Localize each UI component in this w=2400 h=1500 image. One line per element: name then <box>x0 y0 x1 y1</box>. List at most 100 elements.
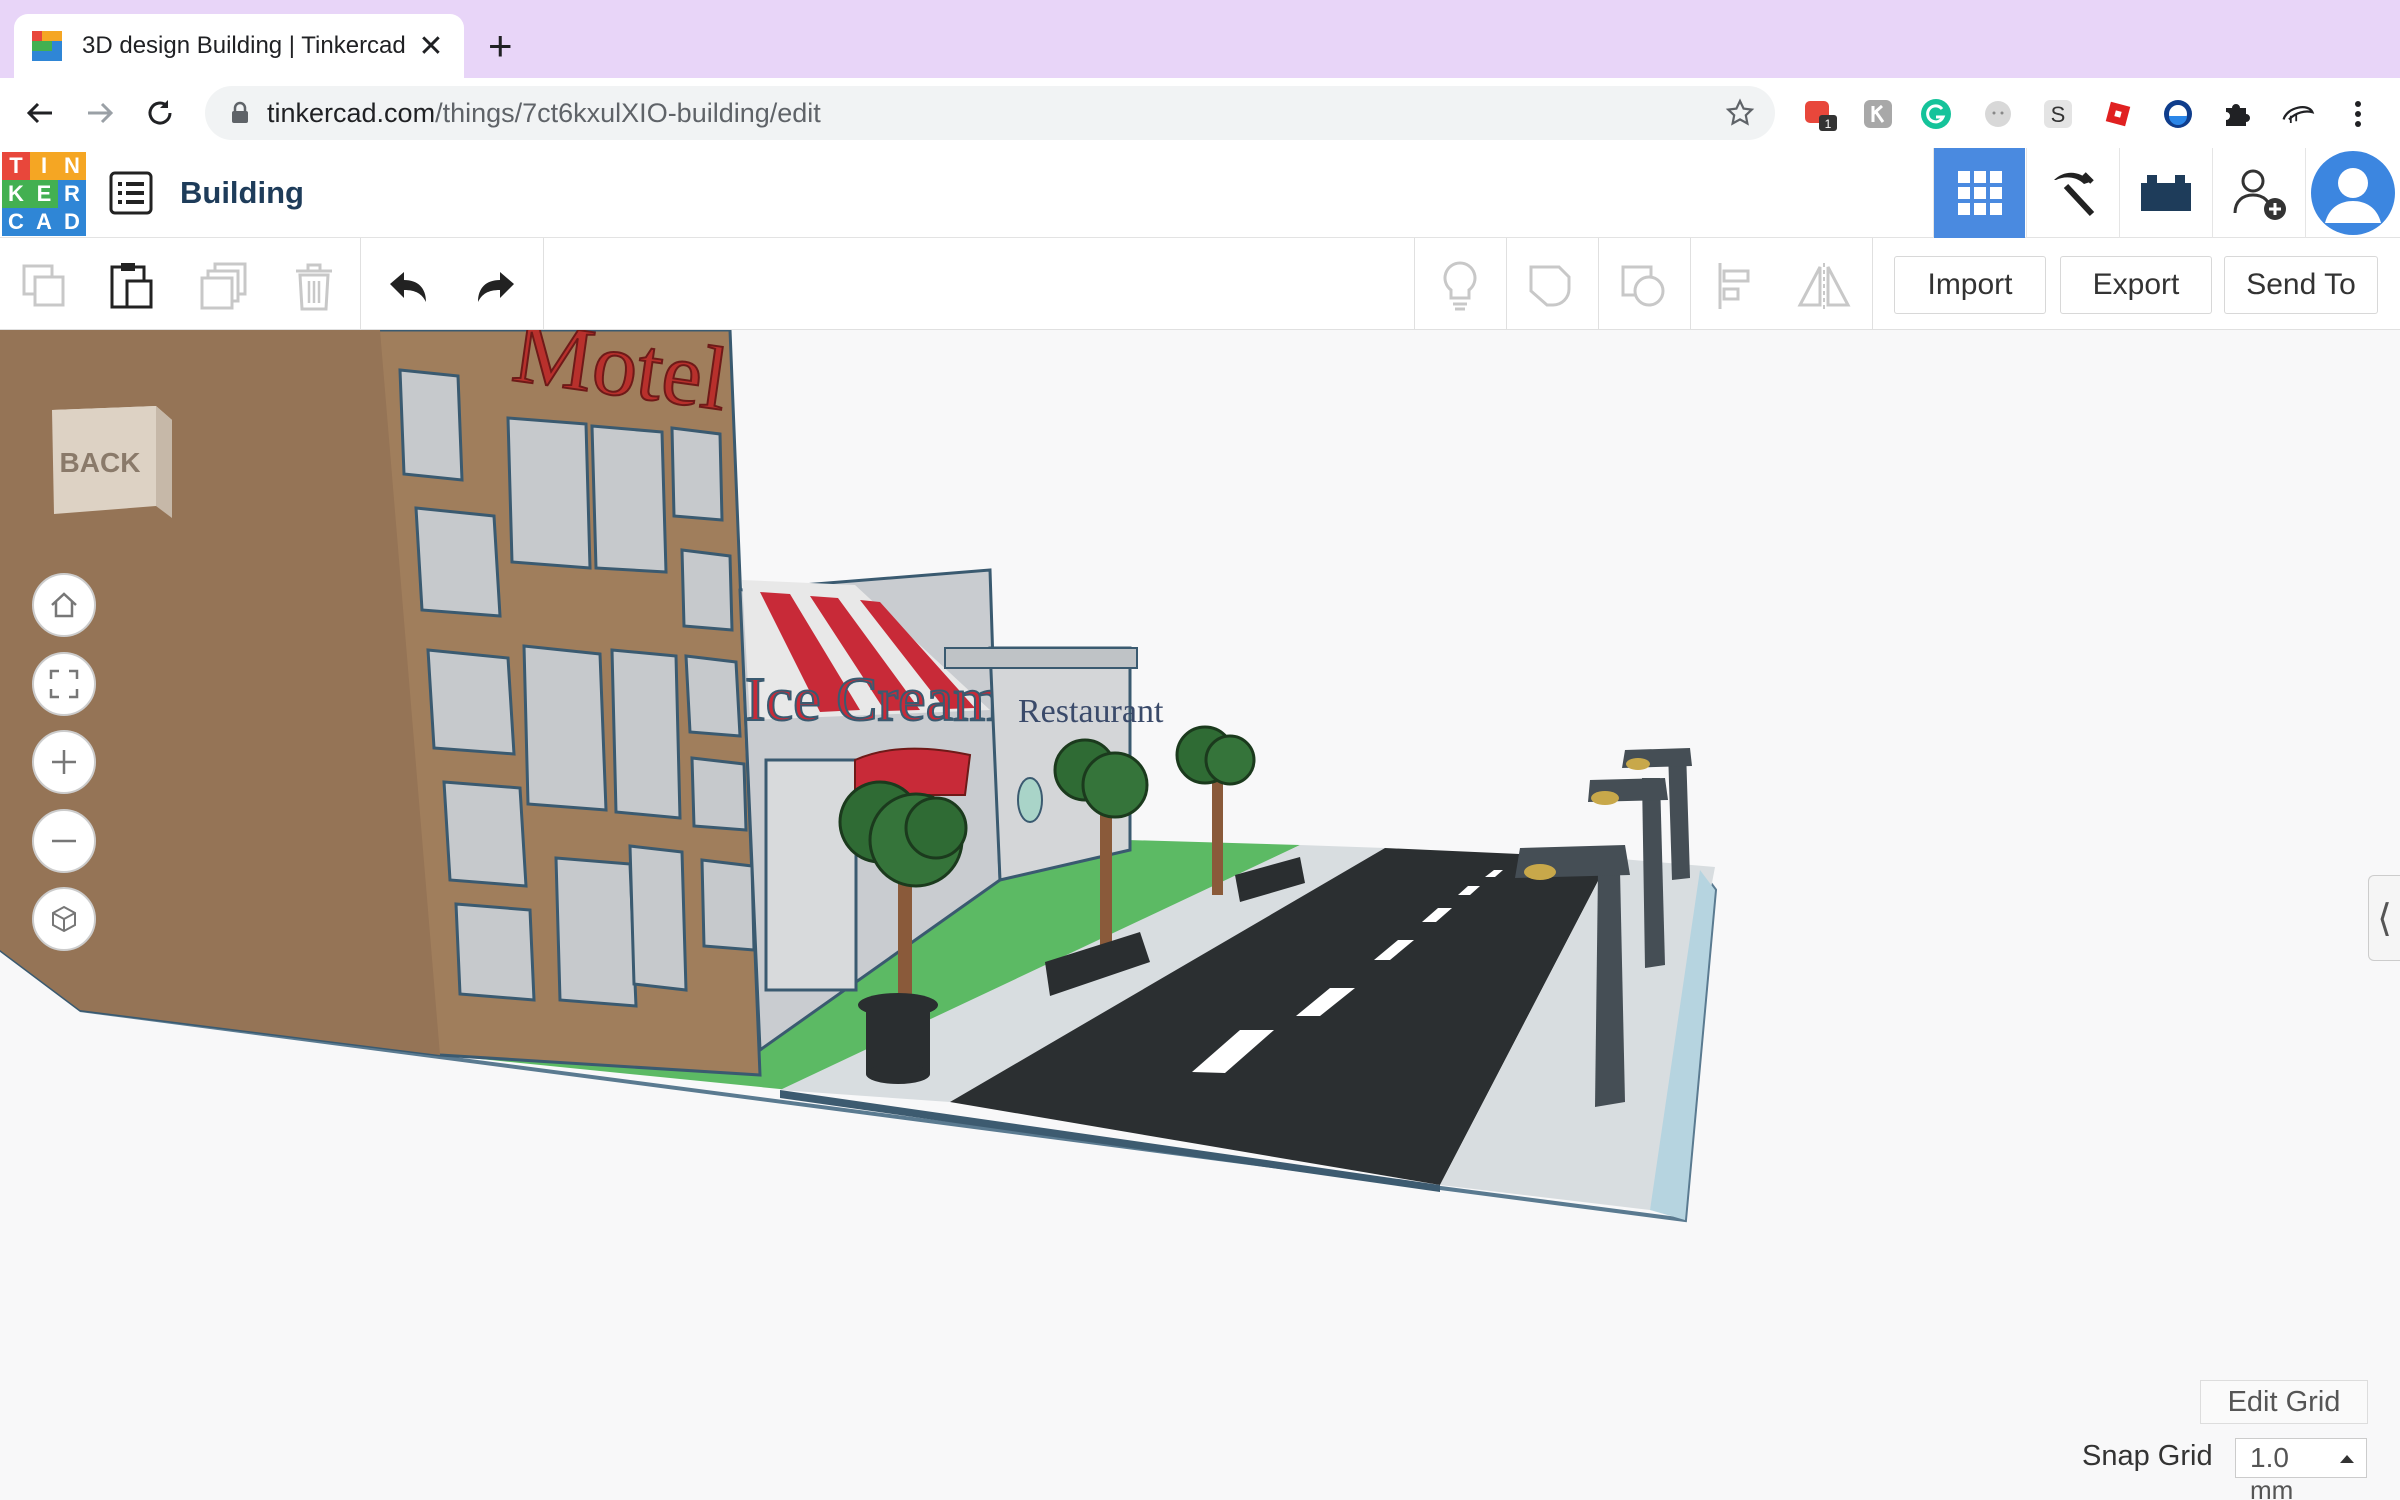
redo-button[interactable] <box>468 258 524 314</box>
browser-toolbar: tinkercad.com/things/7ct6kxulXIO-buildin… <box>0 78 2400 148</box>
toolbar-divider <box>1872 238 1873 330</box>
extension-circle-icon[interactable] <box>2160 96 2196 132</box>
toolbar-divider <box>1414 238 1415 330</box>
restaurant-sign: Restaurant <box>1018 693 1164 730</box>
forward-button[interactable] <box>80 93 120 133</box>
bricks-button[interactable] <box>2119 148 2211 238</box>
paste-icon <box>110 263 153 309</box>
undo-button[interactable] <box>380 258 436 314</box>
ice-cream-sign: Ice Cream <box>745 666 1001 734</box>
dropdown-arrow-icon <box>2340 1455 2354 1463</box>
lego-brick-icon <box>2140 175 2191 211</box>
zoom-in-button[interactable] <box>32 730 96 794</box>
import-button[interactable]: Import <box>1894 256 2046 314</box>
logo-letter: C <box>2 208 30 236</box>
home-view-button[interactable] <box>32 573 96 637</box>
logo-letter: A <box>30 208 58 236</box>
align-button[interactable] <box>1708 258 1764 314</box>
invite-user-button[interactable] <box>2212 148 2304 238</box>
collapse-panel-tab[interactable]: ⟨ <box>2368 875 2400 961</box>
copy-icon <box>22 264 65 307</box>
browser-tab-active[interactable]: 3D design Building | Tinkercad ✕ <box>14 14 464 78</box>
extension-s-icon[interactable]: S <box>2040 96 2076 132</box>
svg-text:S: S <box>2051 102 2066 127</box>
align-icon <box>1718 263 1750 309</box>
arrow-right-icon <box>88 102 114 124</box>
cube-icon <box>52 905 76 933</box>
add-user-icon <box>2233 169 2286 220</box>
pickaxe-icon <box>2053 172 2094 217</box>
extensions-puzzle-icon[interactable] <box>2218 96 2254 132</box>
paste-button[interactable] <box>104 258 160 314</box>
toolbar-divider <box>360 238 361 330</box>
notes-button[interactable] <box>1432 258 1488 314</box>
new-tab-button[interactable]: + <box>488 20 513 72</box>
blocks-button[interactable] <box>2026 148 2118 238</box>
logo-letter: N <box>58 152 86 180</box>
close-tab-icon[interactable]: ✕ <box>416 29 446 64</box>
home-icon <box>51 592 77 618</box>
toolbar-divider <box>1690 238 1691 330</box>
back-button[interactable] <box>20 93 60 133</box>
tinkercad-logo[interactable]: T I N K E R C A D <box>2 152 86 236</box>
browser-tab-strip: 3D design Building | Tinkercad ✕ + <box>0 0 2400 78</box>
duplicate-button[interactable] <box>196 258 252 314</box>
export-button[interactable]: Export <box>2060 256 2212 314</box>
fit-all-icon <box>49 669 79 699</box>
user-avatar[interactable] <box>2305 148 2400 238</box>
snap-grid-select[interactable]: 1.0 <box>2235 1438 2367 1478</box>
toolbar-divider <box>1598 238 1599 330</box>
send-to-button[interactable]: Send To <box>2224 256 2378 314</box>
browser-menu-icon[interactable] <box>2340 96 2376 132</box>
tinkercad-favicon-icon <box>32 31 62 61</box>
logo-letter: K <box>2 180 30 208</box>
view-cube-face-label: BACK <box>60 447 141 478</box>
fit-view-button[interactable] <box>32 652 96 716</box>
3d-view-button[interactable] <box>1933 148 2025 238</box>
extension-red-icon[interactable]: 1 <box>1802 96 1838 132</box>
group-icon <box>1529 265 1571 307</box>
address-bar[interactable]: tinkercad.com/things/7ct6kxulXIO-buildin… <box>205 86 1775 140</box>
reload-button[interactable] <box>140 93 180 133</box>
view-cube[interactable]: BACK <box>48 396 178 526</box>
logo-letter: D <box>58 208 86 236</box>
tab-title: 3D design Building | Tinkercad <box>82 32 406 59</box>
edit-grid-button[interactable]: Edit Grid <box>2200 1380 2368 1424</box>
workplane-canvas[interactable]: Motel Ice Cream Restaurant BACK ⟨ Edit G… <box>0 330 2400 1500</box>
group-button[interactable] <box>1524 258 1580 314</box>
snap-grid-unit: mm <box>2250 1475 2294 1500</box>
url-text: tinkercad.com/things/7ct6kxulXIO-buildin… <box>267 97 821 128</box>
profile-hat-icon[interactable] <box>2280 96 2316 132</box>
toolbar-divider <box>543 238 544 330</box>
chevron-left-icon: ⟨ <box>2377 897 2392 940</box>
reload-icon <box>148 100 172 125</box>
snap-grid-label: Snap Grid <box>2082 1440 2213 1472</box>
logo-letter: E <box>30 180 58 208</box>
projection-button[interactable] <box>32 887 96 951</box>
snap-grid-value: 1.0 <box>2250 1442 2289 1473</box>
grammarly-icon[interactable] <box>1918 96 1954 132</box>
lock-icon <box>232 101 248 123</box>
extension-face-icon[interactable] <box>1980 96 2016 132</box>
toolbar-divider <box>1506 238 1507 330</box>
plus-icon <box>52 750 76 774</box>
trash-can <box>858 993 938 1084</box>
project-title[interactable]: Building <box>180 175 304 211</box>
copy-button[interactable] <box>16 258 72 314</box>
arrow-left-icon <box>26 102 52 124</box>
delete-button[interactable] <box>286 258 342 314</box>
roblox-icon[interactable] <box>2100 96 2136 132</box>
extension-gray-icon[interactable] <box>1860 96 1896 132</box>
avatar-icon <box>2311 151 2395 235</box>
bookmark-star-icon[interactable] <box>1725 98 1755 128</box>
design-list-icon[interactable] <box>108 170 154 216</box>
zoom-out-button[interactable] <box>32 809 96 873</box>
logo-letter: R <box>58 180 86 208</box>
logo-letter: T <box>2 152 30 180</box>
undo-icon <box>390 272 426 302</box>
3d-scene[interactable]: Motel Ice Cream Restaurant <box>0 330 2400 1500</box>
grid-view-icon <box>1957 171 2002 215</box>
ungroup-button[interactable] <box>1616 258 1672 314</box>
svg-text:1: 1 <box>1825 117 1832 131</box>
mirror-button[interactable] <box>1796 258 1852 314</box>
